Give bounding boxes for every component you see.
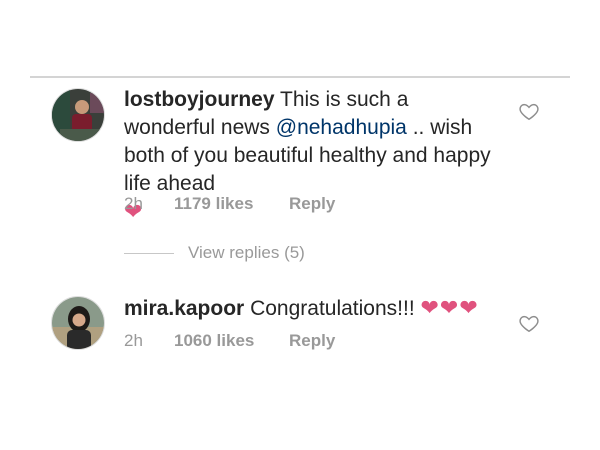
comment-meta-2: 2h 1060 likes Reply (124, 331, 335, 351)
heart-icon[interactable] (518, 312, 540, 334)
top-divider (30, 76, 570, 78)
avatar-photo (52, 89, 104, 141)
reply-button[interactable]: Reply (289, 331, 335, 351)
comment-time[interactable]: 2h (124, 194, 174, 214)
view-replies-button[interactable]: View replies (5) (124, 243, 305, 263)
avatar-mira-kapoor[interactable] (51, 296, 105, 350)
comment-likes[interactable]: 1179 likes (174, 194, 289, 214)
heart-emoji: ❤❤❤ (420, 295, 479, 320)
comment-likes[interactable]: 1060 likes (174, 331, 289, 351)
mention-link[interactable]: @nehadhupia (276, 116, 407, 139)
comment-time[interactable]: 2h (124, 331, 174, 351)
comment-meta-1: 2h 1179 likes Reply (124, 194, 335, 214)
avatar-lostboyjourney[interactable] (51, 88, 105, 142)
reply-button[interactable]: Reply (289, 194, 335, 214)
avatar-photo (52, 297, 104, 349)
comment-body-2: mira.kapoor Congratulations!!! ❤❤❤ (124, 294, 524, 323)
comment-username[interactable]: mira.kapoor (124, 297, 244, 320)
heart-icon[interactable] (518, 100, 540, 122)
comment-username[interactable]: lostboyjourney (124, 88, 275, 111)
view-replies-label: View replies (5) (188, 243, 305, 262)
replies-line (124, 252, 174, 254)
comment-text: Congratulations!!! (250, 297, 421, 320)
